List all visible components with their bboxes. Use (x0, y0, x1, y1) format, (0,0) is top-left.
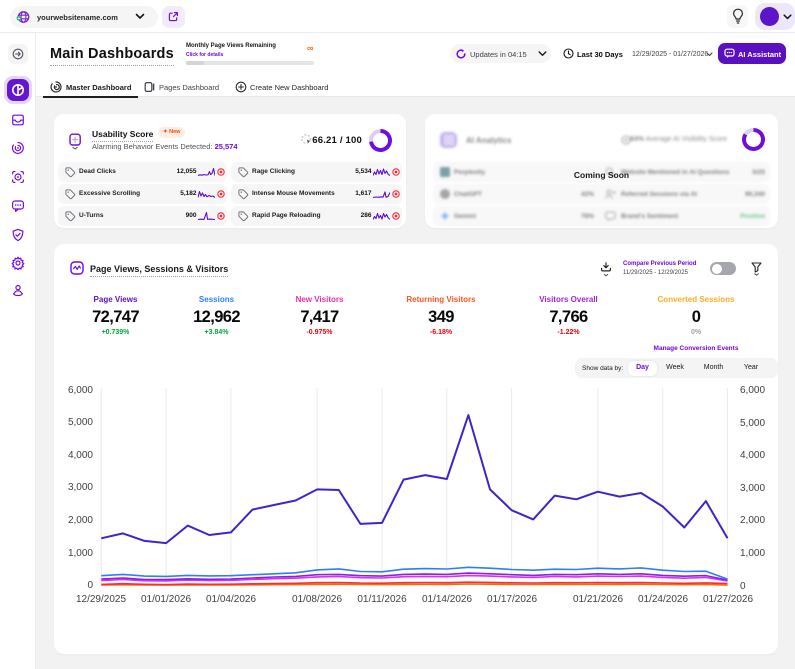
svg-text:+: + (17, 16, 20, 22)
